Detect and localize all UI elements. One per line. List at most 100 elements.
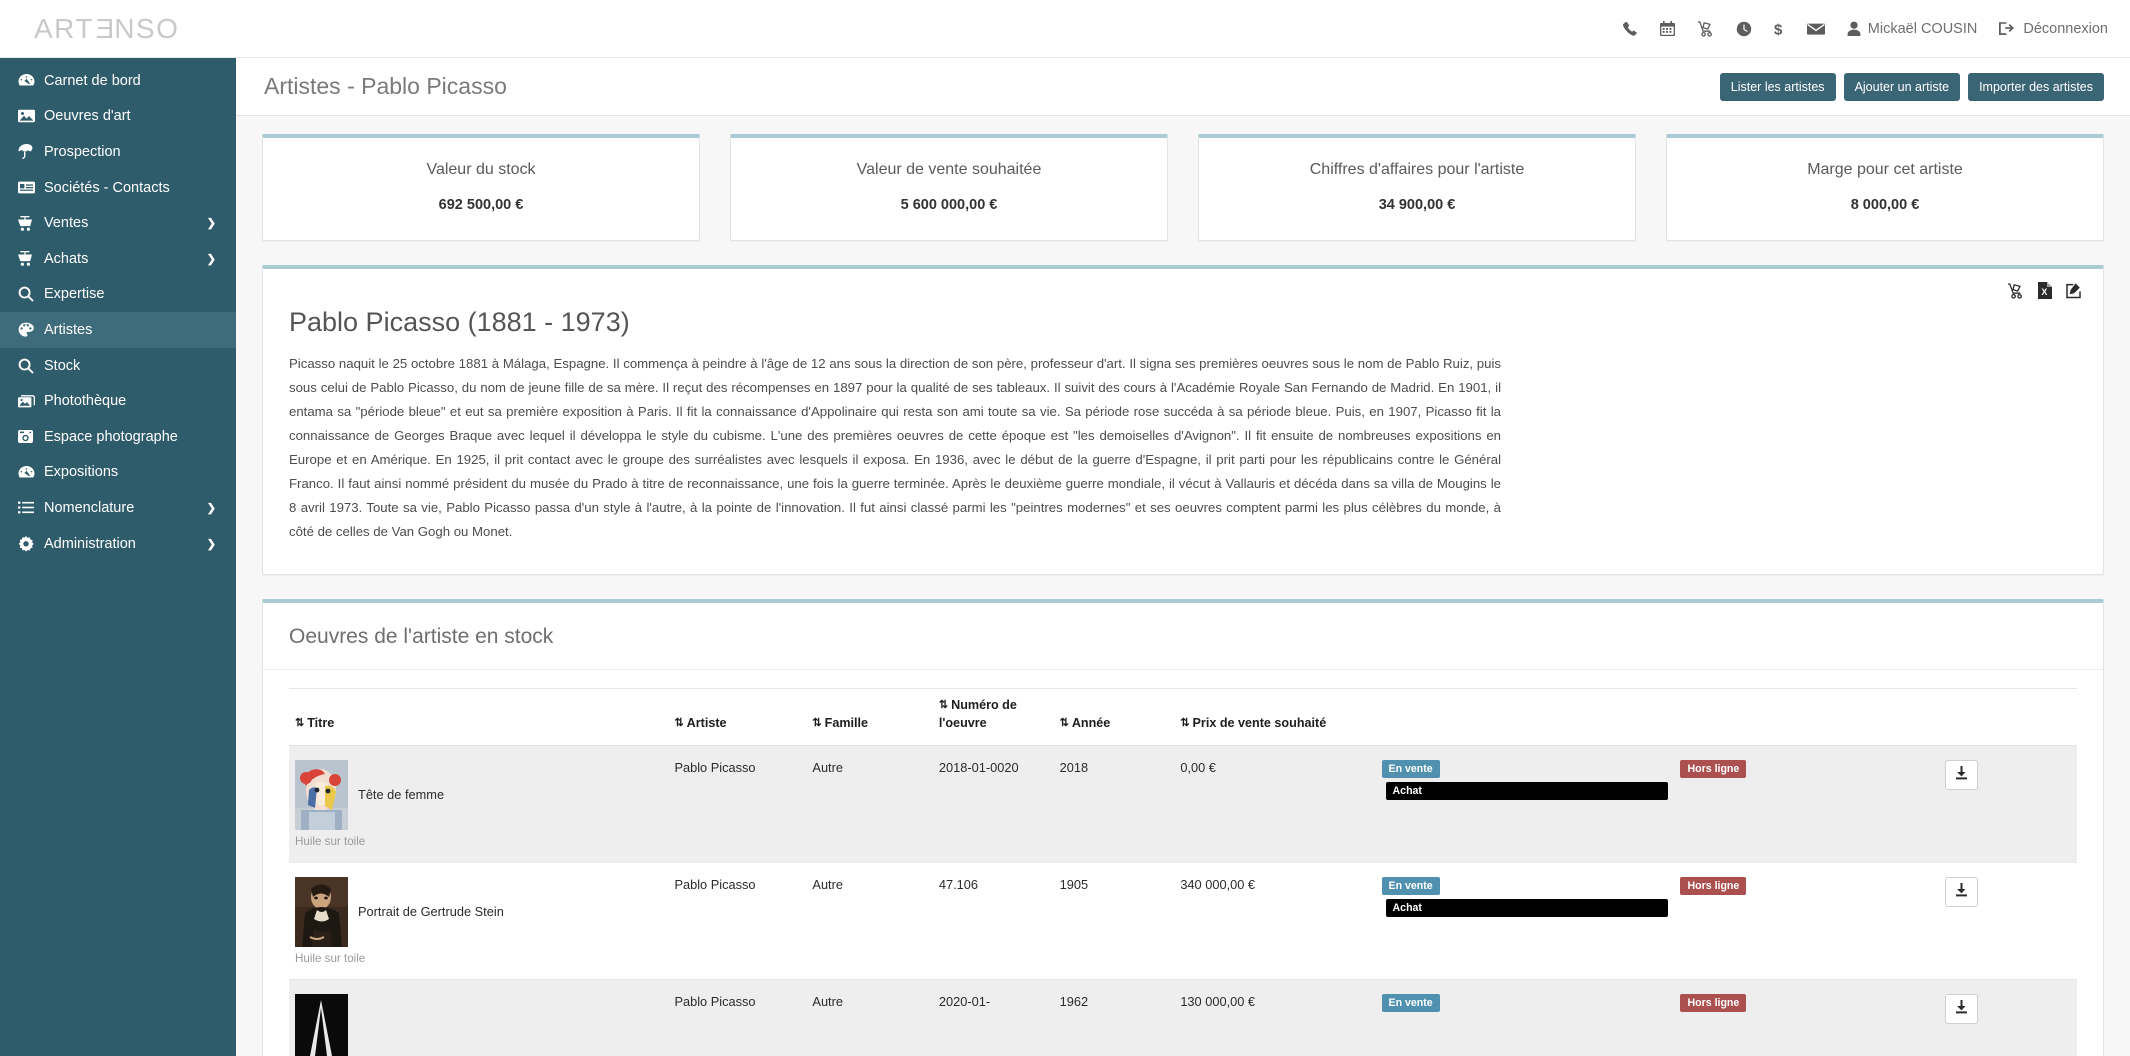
sidebar-item-prospection[interactable]: Prospection: [0, 134, 236, 170]
work-thumbnail[interactable]: [295, 993, 348, 1056]
cell-actions: [1938, 978, 2077, 1056]
excel-file-icon[interactable]: X: [2038, 282, 2052, 299]
edit-icon[interactable]: [2066, 282, 2083, 299]
sidebar-item-label: Nomenclature: [44, 499, 135, 516]
calendar-icon[interactable]: [1659, 20, 1675, 37]
sidebar-item-carnet-de-bord[interactable]: Carnet de bord: [0, 63, 236, 99]
ajouter-un-artiste-button[interactable]: Ajouter un artiste: [1843, 72, 1961, 101]
phone-icon[interactable]: [1622, 21, 1638, 37]
sidebar-item-achats[interactable]: Achats ❯: [0, 241, 236, 277]
column-label: Numéro de l'oeuvre: [938, 698, 1017, 730]
table-row[interactable]: Portrait de Gertrude Stein Huile sur toi…: [289, 861, 2077, 980]
umbrella-icon: [18, 144, 44, 160]
column-header-artiste[interactable]: ⇅ Artiste: [668, 688, 807, 746]
cell-annee: 1962: [1053, 978, 1175, 1056]
column-header-online: [1674, 688, 1939, 746]
sidebar-item-label: Oeuvres d'art: [44, 108, 131, 125]
top-bar: ART E NSO $ Mickaël COUSIN Déconnexion: [0, 0, 2130, 58]
sidebar-item-administration[interactable]: Administration ❯: [0, 526, 236, 562]
envelope-icon[interactable]: [1806, 22, 1825, 36]
sidebar-item-stock[interactable]: Stock: [0, 348, 236, 384]
lister-les-artistes-button[interactable]: Lister les artistes: [1719, 72, 1836, 101]
artist-biography-card: X Pablo Picasso (1881 - 1973) Picasso na…: [262, 265, 2104, 576]
user-menu[interactable]: Mickaël COUSIN: [1847, 21, 1977, 37]
sidebar-item-expertise[interactable]: Expertise: [0, 277, 236, 313]
palette-icon: [18, 322, 44, 338]
logout-icon: [1999, 21, 2016, 36]
sidebar-item-artistes[interactable]: Artistes: [0, 312, 236, 348]
page-header: Artistes - Pablo Picasso Lister les arti…: [236, 58, 2130, 116]
cell-title: Tête de femme Huile sur toile: [289, 744, 669, 863]
column-label: Famille: [824, 716, 869, 730]
scroll-area[interactable]: Valeur du stock 692 500,00 € Valeur de v…: [236, 116, 2130, 1056]
list-icon: [18, 501, 44, 514]
work-medium: Huile sur toile: [295, 951, 366, 965]
cell-artist: Pablo Picasso: [668, 978, 807, 1056]
stat-value: 692 500,00 €: [438, 197, 524, 213]
app-logo[interactable]: ART E NSO: [22, 13, 202, 45]
sidebar-item-label: Prospection: [44, 143, 121, 160]
sidebar-item-expositions[interactable]: Expositions: [0, 455, 236, 491]
works-table-header: ⇅ Titre ⇅ Artiste ⇅ Famille ⇅ Numéro de l'oe…: [289, 688, 2077, 746]
download-button[interactable]: [1944, 993, 1978, 1024]
column-header-annee[interactable]: ⇅ Année: [1053, 688, 1175, 746]
cell-online-status: Hors ligne: [1674, 861, 1939, 980]
download-icon: [1955, 883, 1968, 900]
work-medium: Huile sur toile: [295, 834, 366, 848]
sidebar-item-nomenclature[interactable]: Nomenclature ❯: [0, 490, 236, 526]
dollar-icon[interactable]: $: [1774, 21, 1785, 37]
dolly-icon[interactable]: [1697, 20, 1714, 37]
importer-des-artistes-button[interactable]: Importer des artistes: [1968, 72, 2104, 101]
logo-text-left: ART: [34, 12, 94, 44]
id-card-icon: [18, 181, 44, 194]
sort-icon: ⇅: [1180, 717, 1190, 729]
work-thumbnail[interactable]: [295, 876, 348, 947]
sidebar-item-oeuvres-dart[interactable]: Oeuvres d'art: [0, 99, 236, 135]
work-thumbnail[interactable]: [295, 759, 348, 830]
cell-numero: 2020-01-: [932, 978, 1054, 1056]
sidebar-item-ventes[interactable]: Ventes ❯: [0, 205, 236, 241]
clock-icon[interactable]: [1736, 21, 1752, 37]
sidebar-item-phototheque[interactable]: Photothèque: [0, 383, 236, 419]
sidebar-item-societes-contacts[interactable]: Sociétés - Contacts: [0, 170, 236, 206]
cell-artist: Pablo Picasso: [668, 744, 807, 863]
column-header-famille[interactable]: ⇅ Famille: [806, 688, 933, 746]
works-section-title: Oeuvres de l'artiste en stock: [263, 603, 2103, 671]
column-header-status: [1375, 688, 1675, 746]
sort-icon: ⇅: [674, 717, 684, 729]
stat-cards: Valeur du stock 692 500,00 € Valeur de v…: [262, 116, 2104, 241]
column-header-titre[interactable]: ⇅ Titre: [289, 688, 669, 746]
cell-numero: 2018-01-0020: [932, 744, 1054, 863]
chevron-right-icon: ❯: [206, 502, 216, 515]
cell-online-status: Hors ligne: [1674, 744, 1939, 863]
table-row[interactable]: Tête de femme Huile sur toile Pablo Pica…: [289, 744, 2077, 863]
works-in-stock-card: Oeuvres de l'artiste en stock ⇅ Titre ⇅ Ar…: [262, 599, 2104, 1056]
dashboard-icon: [18, 465, 44, 480]
cell-status-badges: En vente Achat: [1375, 861, 1675, 980]
cell-artist: Pablo Picasso: [668, 861, 807, 980]
cell-title: [289, 978, 669, 1056]
sidebar-item-espace-photographe[interactable]: Espace photographe: [0, 419, 236, 455]
cell-status-badges: En vente: [1375, 978, 1675, 1056]
status-badge-en-vente: En vente: [1381, 876, 1440, 895]
status-badge-achat: Achat: [1385, 898, 1669, 917]
column-header-numero[interactable]: ⇅ Numéro de l'oeuvre: [932, 688, 1054, 746]
cell-prix: 130 000,00 €: [1174, 978, 1376, 1056]
column-header-prix[interactable]: ⇅ Prix de vente souhaité: [1174, 688, 1376, 746]
search-icon: [18, 358, 44, 374]
cell-online-status: Hors ligne: [1674, 978, 1939, 1056]
status-badge-achat: Achat: [1385, 781, 1669, 800]
download-button[interactable]: [1944, 759, 1978, 790]
gear-icon: [18, 535, 44, 552]
works-table-body: Tête de femme Huile sur toile Pablo Pica…: [289, 744, 2077, 1056]
table-row[interactable]: Pablo Picasso Autre 2020-01- 1962 130 00…: [289, 978, 2077, 1056]
dolly-icon[interactable]: [2007, 282, 2024, 299]
logo-text-right: NSO: [114, 12, 180, 44]
sidebar-item-label: Ventes: [44, 215, 89, 232]
logout-button[interactable]: Déconnexion: [1999, 21, 2108, 37]
column-header-actions: [1938, 688, 2077, 746]
download-button[interactable]: [1944, 876, 1978, 907]
picture-icon: [18, 109, 44, 123]
column-label: Année: [1071, 716, 1111, 730]
column-label: Artiste: [686, 716, 727, 730]
